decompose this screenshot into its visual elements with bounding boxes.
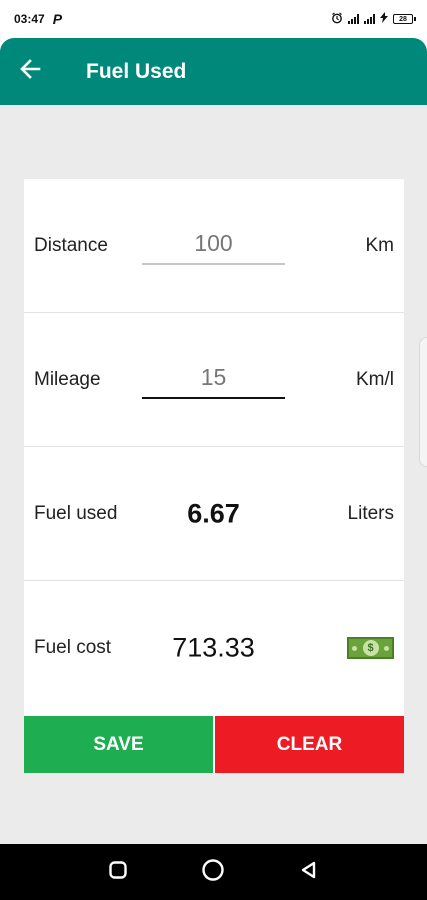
fuel-used-label: Fuel used <box>34 502 118 524</box>
system-nav-bar <box>0 844 427 900</box>
alarm-icon <box>331 12 343 27</box>
content-area: Distance Km Mileage Km/l Fuel used 6.67 … <box>0 105 427 844</box>
recents-icon <box>108 860 128 885</box>
mileage-label: Mileage <box>34 368 101 390</box>
fuel-cost-row: Fuel cost 713.33 $ <box>24 581 404 715</box>
back-icon <box>299 860 319 885</box>
app-bar: Fuel Used <box>0 38 427 105</box>
fuel-used-row: Fuel used 6.67 Liters <box>24 447 404 581</box>
fuel-used-value: 6.67 <box>187 498 240 528</box>
clear-button[interactable]: CLEAR <box>215 716 404 773</box>
home-icon <box>201 858 225 887</box>
recents-button[interactable] <box>103 857 133 887</box>
distance-unit: Km <box>365 234 395 256</box>
money-icon: $ <box>347 637 394 659</box>
back-button[interactable] <box>0 38 60 105</box>
distance-input[interactable] <box>142 227 285 265</box>
distance-row: Distance Km <box>24 179 404 313</box>
status-time: 03:47 <box>14 12 45 26</box>
edge-panel-handle[interactable] <box>419 337 427 467</box>
fuel-used-unit: Liters <box>347 502 394 524</box>
save-button[interactable]: SAVE <box>24 716 213 773</box>
mileage-row: Mileage Km/l <box>24 313 404 447</box>
mileage-input[interactable] <box>142 361 285 399</box>
nav-back-button[interactable] <box>294 857 324 887</box>
battery-icon: 28 <box>393 14 416 24</box>
calculator-card: Distance Km Mileage Km/l Fuel used 6.67 … <box>24 179 404 773</box>
notification-icon: P <box>52 11 63 27</box>
page-title: Fuel Used <box>86 59 187 83</box>
mileage-unit: Km/l <box>356 368 394 390</box>
action-buttons: SAVE CLEAR <box>24 716 404 773</box>
home-button[interactable] <box>198 857 228 887</box>
fuel-cost-value: 713.33 <box>172 632 255 663</box>
signal-icon <box>348 14 359 24</box>
signal-icon <box>364 14 375 24</box>
charging-icon <box>380 12 388 26</box>
fuel-cost-label: Fuel cost <box>34 637 112 658</box>
status-bar: 03:47 P 28 <box>0 0 427 38</box>
distance-label: Distance <box>34 234 108 256</box>
back-arrow-icon <box>19 58 41 85</box>
